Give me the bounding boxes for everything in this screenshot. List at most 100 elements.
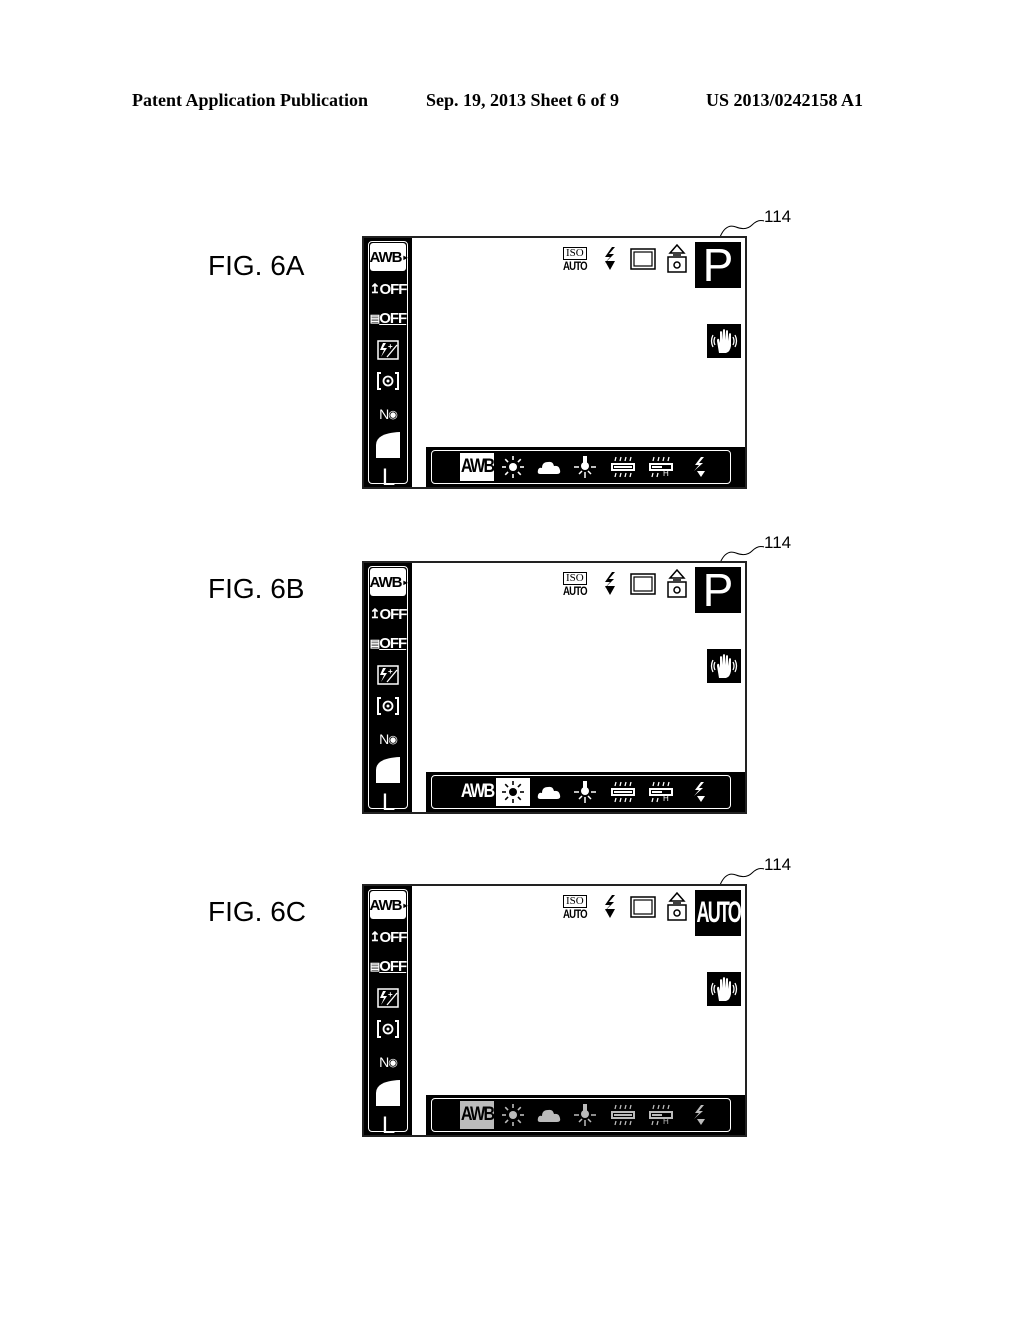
off-text: OFF [379, 957, 407, 975]
wb-option-cloudy[interactable] [532, 453, 566, 481]
awb-label: AWB [460, 1104, 495, 1125]
iso-auto-text: AUTO [562, 906, 588, 921]
wb-option-daylight[interactable] [496, 453, 530, 481]
reference-numeral: 114 [764, 533, 792, 552]
wb-option-fluorescent[interactable] [606, 453, 640, 481]
white-balance-bar: AWB H [426, 447, 745, 487]
drive-mode-frame-icon [630, 248, 656, 270]
status-icons: ISO AUTO [560, 890, 688, 924]
wb-option-tungsten[interactable] [568, 453, 602, 481]
wb-option-flash[interactable] [682, 453, 716, 481]
date-sheet: Sep. 19, 2013 Sheet 6 of 9 [426, 90, 619, 110]
fluorescent-h-icon: H [649, 1104, 673, 1126]
status-icons: ISO AUTO [560, 567, 688, 601]
wb-option-daylight[interactable] [496, 1101, 530, 1129]
wb-option-tungsten[interactable] [568, 778, 602, 806]
wb-option-fluorescent-h[interactable]: H [644, 453, 678, 481]
shooting-mode-indicator[interactable]: P [695, 242, 741, 288]
wb-option-AWB[interactable]: AWB [460, 1101, 495, 1129]
hand-stabilizer-icon [710, 329, 738, 353]
camera-screen: AWB ▸ ↥ OFF ▤ OFF + N ◉ L [362, 884, 747, 1140]
noise-icon: ◉ [388, 1056, 398, 1069]
flash-small-icon: ↥ [369, 281, 381, 296]
menu-item-metering[interactable] [369, 367, 407, 395]
submenu-arrow-icon: ▸ [403, 900, 408, 910]
iso-auto-icon: ISO AUTO [560, 571, 590, 597]
quality-icon [376, 1080, 400, 1106]
flash-small-icon: ↥ [369, 606, 381, 621]
menu-item-noise-reduction[interactable]: N ◉ [369, 400, 407, 428]
mode-label: AUTO [696, 896, 741, 929]
iso-auto-text: AUTO [562, 258, 588, 273]
menu-item-flash-off[interactable]: ↥ OFF [369, 923, 408, 951]
wb-option-fluorescent-h[interactable]: H [644, 1101, 678, 1129]
iso-auto-icon: ISO AUTO [560, 894, 590, 921]
flash-small-icon: ↥ [369, 929, 381, 944]
self-timer-icon [667, 569, 687, 598]
menu-item-metering[interactable] [369, 692, 407, 720]
noise-icon: ◉ [388, 733, 398, 746]
submenu-arrow-icon: ▸ [403, 252, 408, 262]
menu-item-size[interactable]: L [369, 789, 407, 817]
menu-item-quality[interactable] [369, 754, 407, 786]
svg-text:H: H [663, 469, 669, 478]
wb-option-tungsten[interactable] [568, 1101, 602, 1129]
menu-item-flash-comp[interactable]: + [369, 661, 407, 689]
flash-compensation-icon: + [377, 988, 399, 1008]
off-text: OFF [379, 309, 407, 327]
menu-item-flash-off[interactable]: ↥ OFF [369, 600, 408, 628]
bracket-icon: ▤ [369, 312, 380, 325]
camera-screen: AWB ▸ ↥ OFF ▤ OFF + N ◉ L [362, 561, 747, 816]
menu-item-bracket-off[interactable]: ▤ OFF [369, 629, 407, 657]
mode-label: P [702, 564, 734, 616]
reference-numeral: 114 [764, 855, 792, 874]
shooting-mode-indicator[interactable]: AUTO [695, 890, 742, 936]
submenu-arrow-icon: ▸ [403, 577, 408, 587]
off-text: OFF [379, 605, 407, 623]
wb-option-fluorescent[interactable] [606, 778, 640, 806]
menu-item-quality[interactable] [369, 1077, 407, 1109]
left-menu-panel: AWB ▸ ↥ OFF ▤ OFF + N ◉ L [364, 563, 412, 816]
size-l-text: L [381, 464, 395, 491]
wb-option-AWB[interactable]: AWB [460, 453, 495, 481]
menu-item-flash-comp[interactable]: + [369, 984, 407, 1012]
menu-item-bracket-off[interactable]: ▤ OFF [369, 304, 407, 332]
self-timer-icon [667, 244, 687, 273]
menu-item-awb[interactable]: AWB ▸ [369, 891, 408, 919]
wb-option-fluorescent[interactable] [606, 1101, 640, 1129]
menu-item-size[interactable]: L [369, 464, 407, 492]
menu-item-metering[interactable] [369, 1015, 407, 1043]
wb-option-daylight[interactable] [496, 778, 530, 806]
menu-item-awb[interactable]: AWB ▸ [370, 243, 408, 271]
menu-item-size[interactable]: L [369, 1112, 407, 1140]
hand-stabilizer-icon [710, 654, 738, 678]
flash-compensation-icon: + [377, 665, 399, 685]
menu-item-bracket-off[interactable]: ▤ OFF [369, 952, 407, 980]
daylight-icon [502, 456, 524, 478]
awb-text: AWB [369, 896, 403, 914]
image-stabilizer-indicator [707, 324, 741, 358]
wb-option-cloudy[interactable] [532, 778, 566, 806]
menu-item-awb[interactable]: AWB ▸ [370, 568, 408, 596]
menu-item-flash-comp[interactable]: + [369, 336, 407, 364]
shooting-mode-indicator[interactable]: P [695, 567, 741, 613]
left-menu-panel: AWB ▸ ↥ OFF ▤ OFF + N ◉ L [364, 238, 412, 491]
flash-icon [603, 572, 615, 595]
image-stabilizer-indicator [707, 649, 741, 683]
fluorescent-icon [611, 456, 635, 478]
daylight-icon [502, 1104, 524, 1126]
menu-item-noise-reduction[interactable]: N ◉ [369, 1048, 407, 1076]
hand-stabilizer-icon [710, 977, 738, 1001]
publication-title: Patent Application Publication [132, 90, 369, 110]
svg-text:+: + [388, 667, 393, 676]
wb-option-flash[interactable] [682, 778, 716, 806]
menu-item-quality[interactable] [369, 429, 407, 461]
menu-item-noise-reduction[interactable]: N ◉ [369, 725, 407, 753]
menu-item-flash-off[interactable]: ↥ OFF [369, 275, 408, 303]
wb-option-fluorescent-h[interactable]: H [644, 778, 678, 806]
svg-text:+: + [388, 990, 393, 999]
awb-label: AWB [460, 781, 495, 802]
wb-option-flash[interactable] [682, 1101, 716, 1129]
wb-option-AWB[interactable]: AWB [460, 778, 495, 806]
wb-option-cloudy[interactable] [532, 1101, 566, 1129]
